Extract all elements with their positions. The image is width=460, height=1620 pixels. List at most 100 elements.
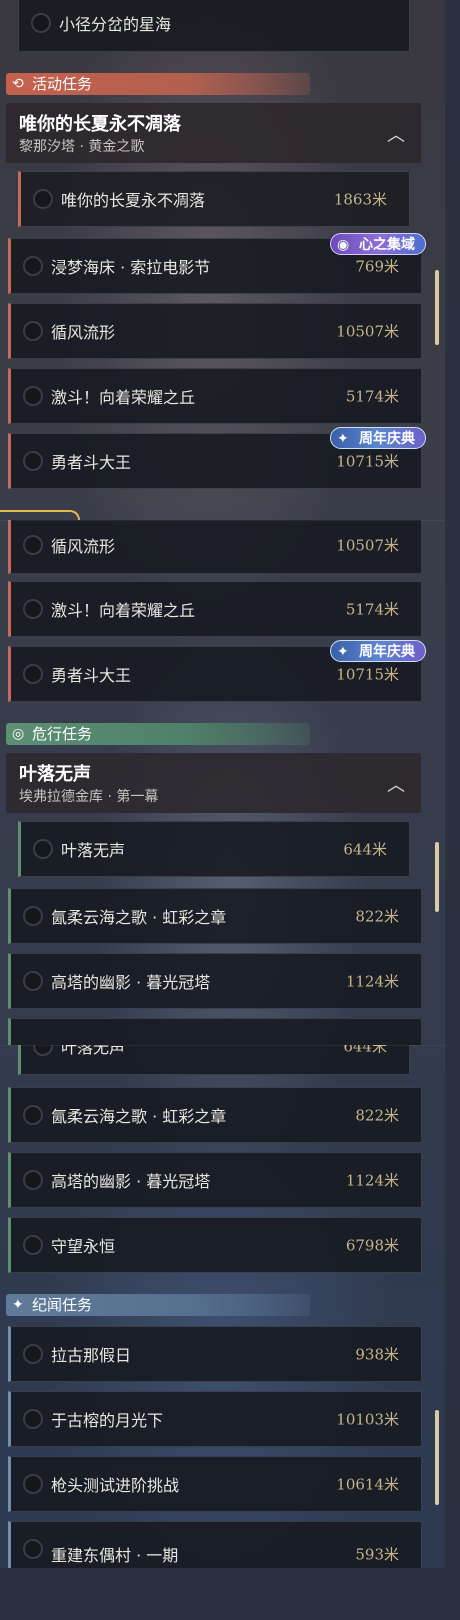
anniversary-icon: ✦ [337, 431, 349, 447]
screenshot-segment-1: 小径分岔的星海 ⟲ 活动任务 唯你的长夏永不凋落 黎那汐塔 · 黄金之歌 ︿ 唯… [0, 0, 445, 520]
task-name: 叶落无声 [61, 1045, 126, 1057]
list-item[interactable]: 高塔的幽影 · 暮光冠塔 1124米 [8, 953, 422, 1009]
group-title: 唯你的长夏永不凋落 [19, 114, 181, 135]
task-distance: 6798米 [345, 1236, 399, 1255]
selection-frame [0, 510, 80, 520]
task-name: 枪头测试进阶挑战 [51, 1476, 180, 1495]
radio-button[interactable] [31, 13, 51, 33]
radio-button[interactable] [23, 1474, 43, 1494]
list-item[interactable]: 激斗！向着荣耀之丘 5174米 [8, 368, 422, 424]
radio-button[interactable] [23, 906, 43, 926]
radio-button[interactable] [23, 451, 43, 471]
radio-button[interactable] [23, 599, 43, 619]
task-name: 激斗！向着荣耀之丘 [51, 601, 196, 620]
list-item[interactable]: 拉古那假日 938米 [8, 1326, 422, 1382]
task-distance: 822米 [355, 907, 399, 926]
task-name: 高塔的幽影 · 暮光冠塔 [51, 1172, 211, 1191]
section-title: 活动任务 [32, 75, 93, 93]
radio-button[interactable] [23, 664, 43, 684]
group-subtitle: 埃弗拉德金库 · 第一幕 [19, 789, 159, 805]
task-name: 循风流形 [51, 323, 116, 342]
chevron-up-icon[interactable]: ︿ [387, 771, 405, 797]
anniversary-badge: ✦ 周年庆典 [330, 640, 426, 662]
task-group-header[interactable]: 唯你的长夏永不凋落 黎那汐塔 · 黄金之歌 ︿ [6, 103, 421, 163]
list-item[interactable]: 循风流形 10507米 [8, 520, 422, 574]
radio-button[interactable] [23, 1105, 43, 1125]
list-item[interactable]: 叶落无声 644米 [18, 1045, 410, 1075]
list-item[interactable]: 氤柔云海之歌 · 虹彩之章 822米 [8, 888, 422, 944]
task-distance: 10614米 [336, 1475, 399, 1494]
task-distance: 822米 [355, 1106, 399, 1125]
task-distance: 644米 [343, 840, 387, 859]
list-item[interactable]: 氤柔云海之歌 · 虹彩之章 822米 [8, 1087, 422, 1143]
list-item[interactable]: 循风流形 10507米 [8, 303, 422, 359]
list-item[interactable] [8, 1018, 422, 1045]
radio-button[interactable] [23, 1344, 43, 1364]
task-distance: 10103米 [336, 1410, 399, 1429]
heart-swirl-icon: ◉ [337, 237, 350, 253]
radio-button[interactable] [23, 1539, 43, 1559]
list-item[interactable]: 叶落无声 644米 [18, 821, 410, 877]
task-name: 循风流形 [51, 537, 116, 556]
list-item[interactable]: 于古榕的月光下 10103米 [8, 1391, 422, 1447]
task-distance: 1124米 [345, 972, 399, 991]
radio-button[interactable] [23, 1170, 43, 1190]
task-distance: 10715米 [336, 665, 399, 684]
task-distance: 938米 [355, 1345, 399, 1364]
task-name: 唯你的长夏永不凋落 [61, 191, 206, 210]
screenshot-segment-2: 循风流形 10507米 激斗！向着荣耀之丘 5174米 勇者斗大王 10715米… [0, 520, 445, 1045]
radio-button[interactable] [23, 1409, 43, 1429]
group-subtitle: 黎那汐塔 · 黄金之歌 [19, 139, 145, 155]
task-name: 氤柔云海之歌 · 虹彩之章 [51, 908, 227, 927]
task-name: 浸梦海床 · 索拉电影节 [51, 258, 211, 277]
task-distance: 10507米 [336, 536, 399, 555]
task-distance: 5174米 [345, 387, 399, 406]
radio-button[interactable] [23, 321, 43, 341]
segment-divider [0, 1045, 445, 1046]
list-item[interactable]: 枪头测试进阶挑战 10614米 [8, 1456, 422, 1512]
sparkle-icon: ✦ [12, 1297, 24, 1313]
radio-button[interactable] [33, 839, 53, 859]
task-name: 叶落无声 [61, 841, 126, 860]
task-name: 小径分岔的星海 [59, 15, 172, 34]
chevron-up-icon[interactable]: ︿ [387, 121, 405, 147]
list-item[interactable]: 重建东偶村 · 一期 593米 [8, 1521, 422, 1568]
radio-button[interactable] [33, 1045, 53, 1056]
list-item[interactable]: 守望永恒 6798米 [8, 1217, 422, 1273]
task-name: 守望永恒 [51, 1237, 116, 1256]
task-name: 勇者斗大王 [51, 666, 132, 685]
section-header-activity: ⟲ 活动任务 [6, 73, 310, 95]
task-distance: 5174米 [345, 600, 399, 619]
task-group-header[interactable]: 叶落无声 埃弗拉德金库 · 第一幕 ︿ [6, 753, 421, 813]
task-name: 拉古那假日 [51, 1346, 132, 1365]
task-distance: 1863米 [333, 190, 387, 209]
task-name: 勇者斗大王 [51, 453, 132, 472]
scrollbar-thumb[interactable] [435, 270, 439, 345]
radio-button[interactable] [23, 535, 43, 555]
badge-label: 周年庆典 [359, 431, 415, 447]
section-title: 纪闻任务 [32, 1296, 93, 1314]
segment-divider [0, 520, 445, 521]
radio-button[interactable] [23, 386, 43, 406]
list-item[interactable]: 唯你的长夏永不凋落 1863米 [18, 171, 410, 227]
list-item[interactable]: 小径分岔的星海 [18, 0, 410, 52]
task-name: 氤柔云海之歌 · 虹彩之章 [51, 1107, 227, 1126]
task-name: 于古榕的月光下 [51, 1411, 164, 1430]
section-title: 危行任务 [32, 725, 93, 743]
task-name: 重建东偶村 · 一期 [51, 1546, 179, 1565]
task-distance: 10715米 [336, 452, 399, 471]
radio-button[interactable] [23, 971, 43, 991]
radio-button[interactable] [23, 256, 43, 276]
section-header-chronicle: ✦ 纪闻任务 [6, 1294, 310, 1316]
radio-button[interactable] [33, 189, 53, 209]
section-header-danger: ◎ 危行任务 [6, 723, 310, 745]
radio-button[interactable] [23, 1235, 43, 1255]
list-item[interactable]: 高塔的幽影 · 暮光冠塔 1124米 [8, 1152, 422, 1208]
list-item[interactable]: 激斗！向着荣耀之丘 5174米 [8, 581, 422, 637]
scrollbar-thumb[interactable] [435, 842, 439, 912]
anniversary-icon: ✦ [337, 644, 349, 660]
scrollbar-thumb[interactable] [435, 1410, 439, 1505]
activity-icon: ⟲ [12, 76, 24, 92]
badge-label: 周年庆典 [359, 644, 415, 660]
badge-label: 心之集域 [359, 237, 415, 253]
